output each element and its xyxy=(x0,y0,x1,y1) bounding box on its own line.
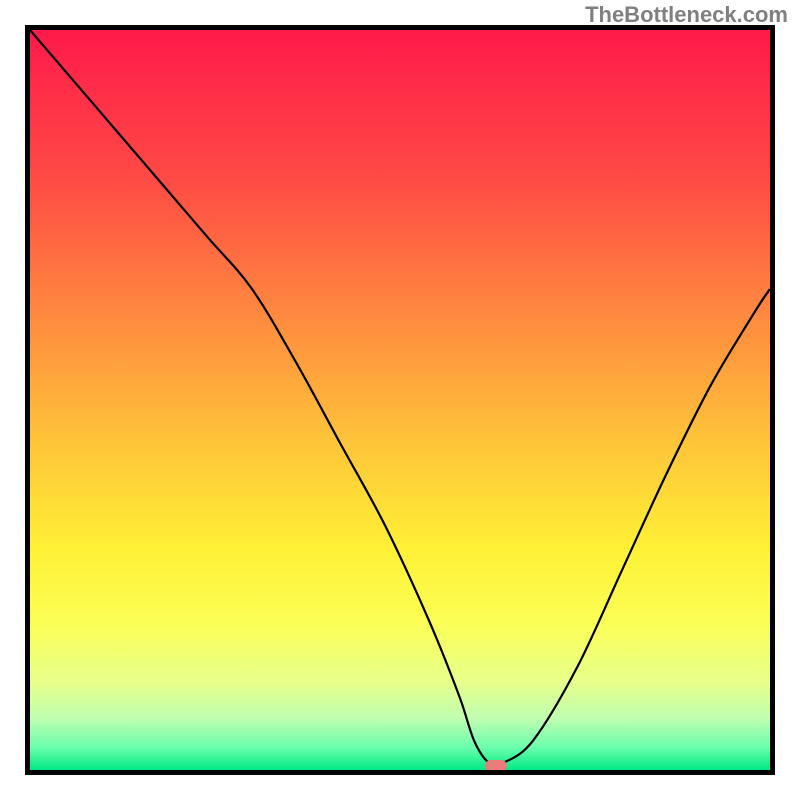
watermark-text: TheBottleneck.com xyxy=(585,2,788,28)
chart-container: TheBottleneck.com xyxy=(0,0,800,800)
bottleneck-curve xyxy=(30,30,770,770)
optimal-marker xyxy=(485,760,507,772)
plot-frame xyxy=(25,25,775,775)
